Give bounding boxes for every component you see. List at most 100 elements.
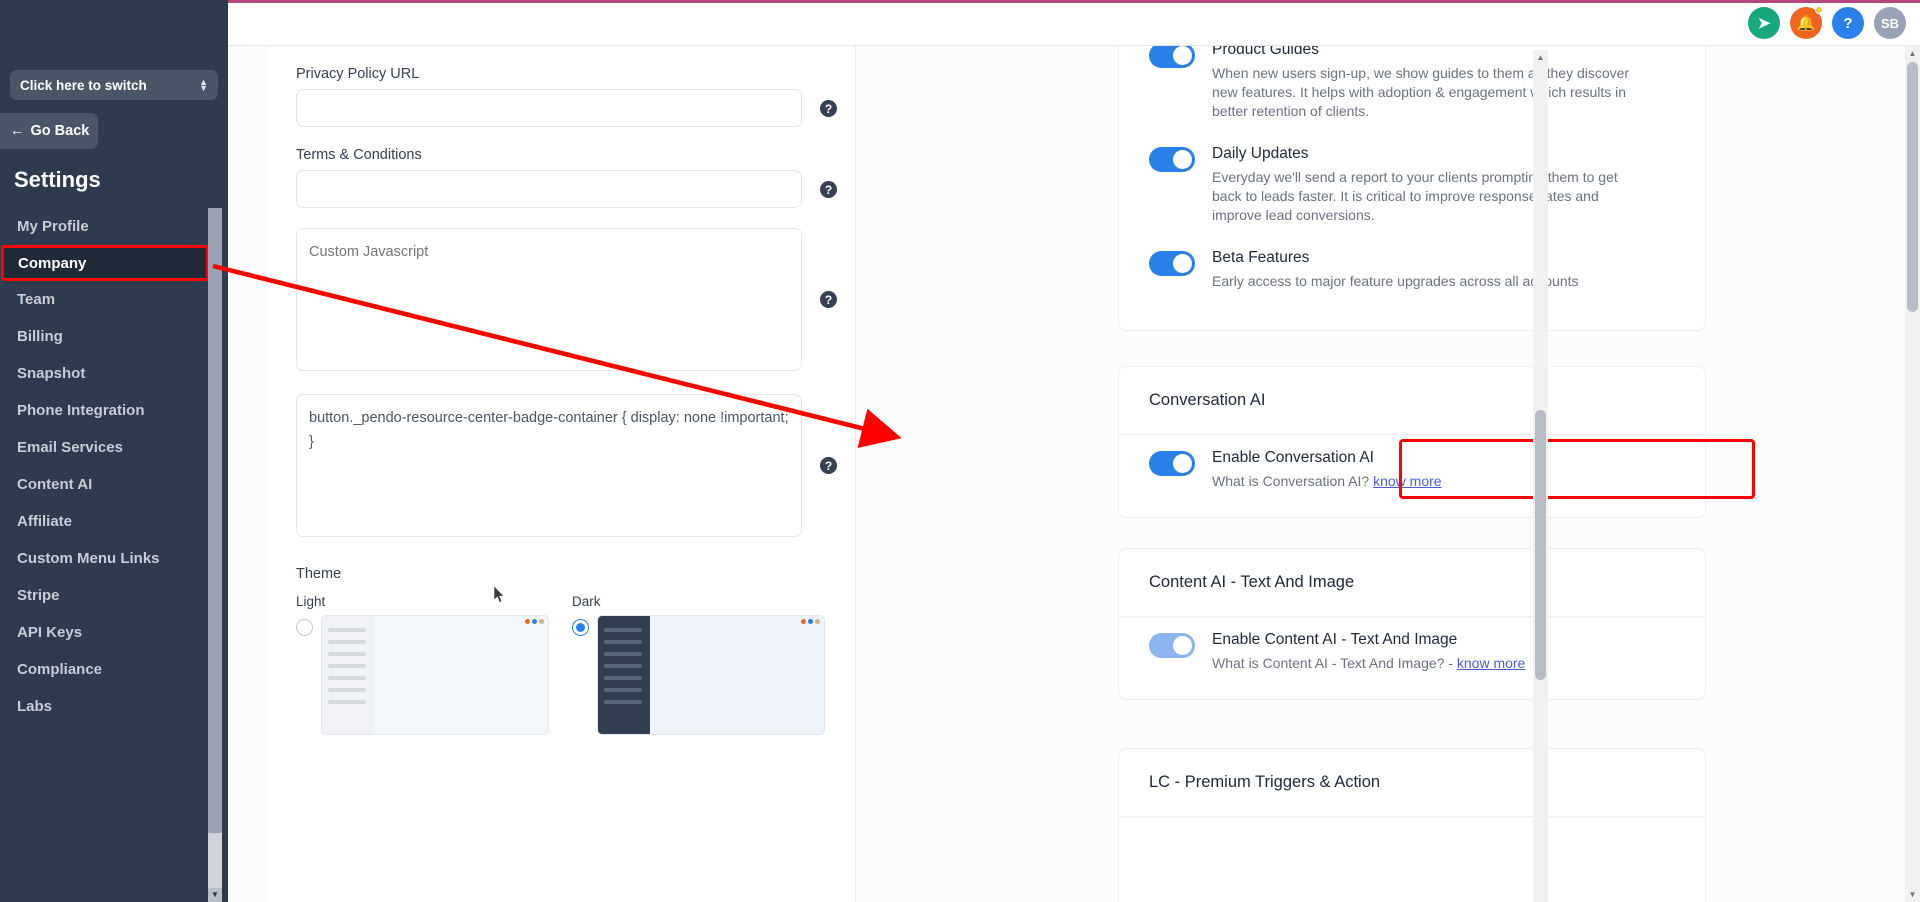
sidebar-item-label: Company [18, 255, 86, 272]
feature-toggle-row: Enable Content AI - Text And ImageWhat i… [1119, 617, 1705, 683]
sidebar-scrollbar[interactable]: ▲ ▼ [208, 208, 222, 902]
help-icon-css[interactable]: ? [820, 457, 837, 474]
sidebar-item-billing[interactable]: Billing [0, 318, 228, 355]
sidebar-item-label: Email Services [17, 439, 123, 456]
theme-dark-radio[interactable] [572, 619, 589, 636]
chevron-updown-icon: ▲▼ [199, 79, 208, 91]
theme-dark-preview [597, 615, 825, 735]
notification-bell-icon[interactable]: 🔔 [1790, 7, 1822, 39]
header-accent-line [228, 0, 1920, 3]
sidebar-item-stripe[interactable]: Stripe [0, 577, 228, 614]
go-back-label: Go Back [31, 123, 90, 139]
toggle-label: Daily Updates [1212, 145, 1648, 163]
card-title: Content AI - Text And Image [1119, 549, 1705, 616]
page-scroll-up-icon[interactable]: ▲ [1905, 46, 1920, 61]
sidebar-item-label: API Keys [17, 624, 82, 641]
sidebar-item-label: Billing [17, 328, 63, 345]
sidebar-item-phone-integration[interactable]: Phone Integration [0, 392, 228, 429]
help-question-icon[interactable]: ? [1832, 7, 1864, 39]
inner-scrollbar-thumb[interactable] [1535, 410, 1546, 680]
inner-scroll-up-icon[interactable]: ▲ [1533, 50, 1548, 65]
custom-css-textarea[interactable] [296, 394, 802, 537]
theme-section-label: Theme [296, 566, 842, 582]
header-icon-group: ➤ 🔔 ? SB [1748, 7, 1906, 39]
privacy-policy-input[interactable] [296, 89, 802, 127]
sidebar-item-labs[interactable]: Labs [0, 688, 228, 725]
switch-account-button[interactable]: Click here to switch ▲▼ [10, 70, 218, 100]
toggle-description: What is Content AI - Text And Image? - k… [1212, 654, 1525, 673]
scroll-down-icon[interactable]: ▼ [208, 888, 222, 902]
theme-options: Light [296, 594, 842, 735]
custom-css-row: ? [296, 394, 842, 542]
toggle-switch[interactable] [1149, 251, 1195, 276]
know-more-link[interactable]: know more [1457, 655, 1525, 671]
theme-light-radio[interactable] [296, 619, 313, 636]
toggle-switch[interactable] [1149, 451, 1195, 476]
sidebar-item-api-keys[interactable]: API Keys [0, 614, 228, 651]
form-left-gutter [228, 46, 270, 902]
sidebar-item-label: Phone Integration [17, 402, 145, 419]
sidebar-item-content-ai[interactable]: Content AI [0, 466, 228, 503]
custom-javascript-textarea[interactable] [296, 228, 802, 371]
feature-card: Product Guides When new users sign-up, we… [1118, 46, 1706, 331]
sidebar-item-label: Compliance [17, 661, 102, 678]
toggle-description: Early access to major feature upgrades a… [1212, 272, 1579, 291]
theme-light-preview [321, 615, 549, 735]
arrow-left-icon: ← [10, 123, 25, 139]
custom-javascript-row: ? [296, 228, 842, 376]
sidebar-item-my-profile[interactable]: My Profile [0, 208, 228, 245]
inner-scrollbar[interactable]: ▲ [1533, 50, 1548, 902]
page-scrollbar[interactable]: ▲ ▼ [1905, 46, 1920, 902]
help-icon-javascript[interactable]: ? [820, 291, 837, 308]
sidebar-item-snapshot[interactable]: Snapshot [0, 355, 228, 392]
sidebar-item-affiliate[interactable]: Affiliate [0, 503, 228, 540]
feature-toggle-row: Daily UpdatesEveryday we'll send a repor… [1119, 131, 1705, 235]
top-header-bar [228, 0, 1920, 46]
feature-toggle-row: Product Guides When new users sign-up, we… [1119, 46, 1705, 131]
theme-light-label: Light [296, 594, 550, 609]
theme-option-light[interactable]: Light [296, 594, 550, 735]
go-back-button[interactable]: ← Go Back [0, 113, 98, 149]
page-scrollbar-thumb[interactable] [1907, 62, 1918, 312]
help-icon-privacy[interactable]: ? [820, 100, 837, 117]
toggle-label: Product Guides [1212, 46, 1648, 59]
preview-window-dots-dark [801, 619, 820, 624]
preview-window-dots-light [525, 619, 544, 624]
toggle-switch[interactable] [1149, 633, 1195, 658]
card-divider [1119, 816, 1705, 817]
switch-account-label: Click here to switch [20, 78, 147, 93]
theme-dark-label: Dark [572, 594, 826, 609]
toggle-switch[interactable] [1149, 46, 1195, 68]
terms-conditions-input[interactable] [296, 170, 802, 208]
sidebar-item-label: Stripe [17, 587, 60, 604]
toggle-description-text: What is Conversation AI? [1212, 473, 1369, 489]
help-icon-terms[interactable]: ? [820, 181, 837, 198]
page-scroll-down-icon[interactable]: ▼ [1905, 887, 1920, 902]
sidebar-item-team[interactable]: Team [0, 281, 228, 318]
notification-badge-dot [1815, 6, 1823, 14]
sidebar-item-label: Snapshot [17, 365, 85, 382]
sidebar-scrollbar-thumb[interactable] [208, 208, 222, 833]
feature-card: Content AI - Text And ImageEnable Conten… [1118, 548, 1706, 700]
terms-conditions-row: ? [296, 170, 842, 208]
sidebar-item-label: Affiliate [17, 513, 72, 530]
toggle-description: When new users sign-up, we show guides t… [1212, 64, 1648, 121]
sidebar-item-company[interactable]: Company [1, 245, 209, 281]
company-settings-form: Privacy Policy URL ? Terms & Conditions … [296, 46, 842, 735]
toggle-switch[interactable] [1149, 147, 1195, 172]
content-area: Privacy Policy URL ? Terms & Conditions … [228, 46, 1920, 902]
sidebar-item-label: Content AI [17, 476, 92, 493]
page-title: Settings [14, 167, 228, 193]
sidebar-item-compliance[interactable]: Compliance [0, 651, 228, 688]
telegram-send-icon[interactable]: ➤ [1748, 7, 1780, 39]
sidebar-item-label: Team [17, 291, 55, 308]
sidebar: Click here to switch ▲▼ ← Go Back Settin… [0, 0, 228, 902]
sidebar-item-email-services[interactable]: Email Services [0, 429, 228, 466]
avatar[interactable]: SB [1874, 7, 1906, 39]
features-panel: Product Guides When new users sign-up, we… [856, 46, 1920, 902]
sidebar-nav-list: My Profile Company Team Billing Snapshot Phon… [0, 208, 228, 902]
theme-option-dark[interactable]: Dark [572, 594, 826, 735]
feature-toggle-row: Beta FeaturesEarly access to major featu… [1119, 235, 1705, 301]
sidebar-item-custom-menu-links[interactable]: Custom Menu Links [0, 540, 228, 577]
privacy-policy-label: Privacy Policy URL [296, 66, 842, 82]
